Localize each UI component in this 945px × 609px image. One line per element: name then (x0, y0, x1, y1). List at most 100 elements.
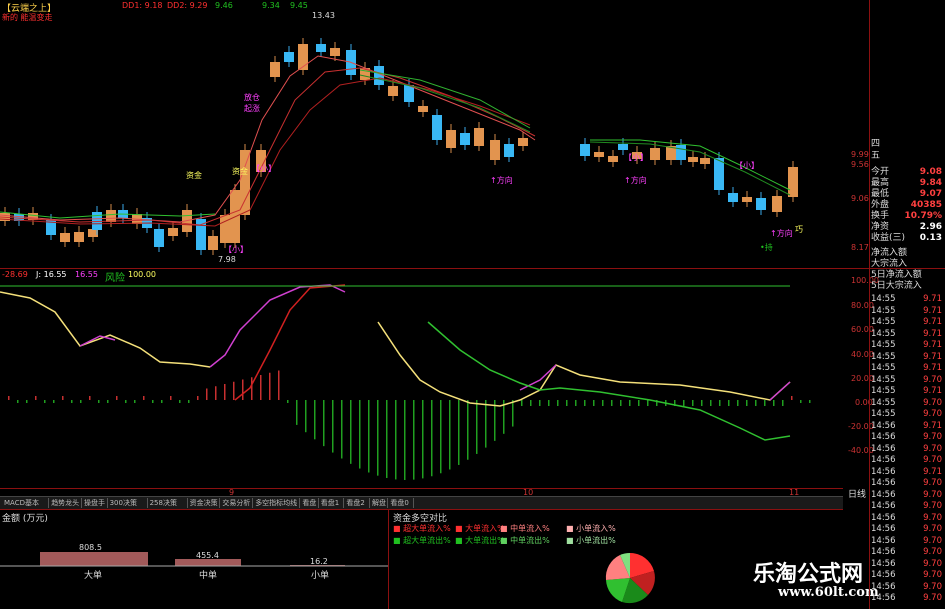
kdj-bar (395, 400, 397, 480)
kdj-bar (62, 396, 64, 400)
zhi-label: •持 (760, 243, 773, 252)
kdj-bar (197, 396, 199, 400)
candle (0, 207, 10, 226)
kdj-bar (728, 400, 730, 406)
candle (270, 56, 280, 82)
kdj-bar (35, 396, 37, 400)
indicator-tab-6[interactable]: 交易分析 (220, 497, 252, 509)
kdj-bar (71, 400, 73, 403)
xiao-label-2: 【小】 (224, 245, 248, 254)
kdj-bar (800, 400, 802, 403)
candlestick-chart[interactable] (0, 0, 843, 268)
kdj-bar (791, 396, 793, 400)
indicator-tab-12[interactable]: 看盘0 (388, 497, 410, 509)
candle (676, 139, 686, 165)
indicator-tab-11[interactable]: 解盘 (370, 497, 388, 509)
kdj-bar (602, 400, 604, 406)
kdj-bar (431, 400, 433, 477)
flow-row: 大宗流入 (871, 259, 908, 269)
candle (284, 46, 294, 67)
stat-row: 净资 2.96 (871, 222, 942, 232)
trade-row: 14:55 9.70 (871, 397, 942, 408)
kdj-bar (530, 400, 532, 406)
kdj-legend-5: 100.00 (128, 270, 156, 279)
candle (220, 209, 230, 248)
kdj-bar (566, 400, 568, 406)
kdj-bar (773, 400, 775, 406)
bottom-divider (0, 509, 843, 510)
flow-legend-1: ■ 超大单流入% (393, 524, 451, 533)
flow-legend-2: ■ 大单流入% (455, 524, 505, 533)
ask-row-5: 五 (871, 151, 881, 161)
candle (788, 161, 798, 202)
dd1-indicator: DD1: 9.18 (122, 1, 163, 10)
candle (474, 122, 484, 151)
trade-row: 14:56 9.70 (871, 570, 942, 580)
kdj-bar (377, 400, 379, 476)
trade-row: 14:55 9.71 (871, 317, 942, 327)
candle (118, 204, 128, 223)
indicator-tab-8[interactable]: 看盘 (300, 497, 318, 509)
candle (168, 222, 178, 241)
ind-3: 9.46 (215, 1, 233, 10)
mid-order-label: 中单 (199, 571, 218, 581)
qizhang-label: 起涨 (244, 104, 260, 113)
candle (594, 146, 604, 162)
stat-row: 收益(三) 0.13 (871, 233, 942, 243)
kdj-bar (512, 400, 514, 427)
main-kdj-divider (0, 268, 945, 269)
kdj-bar (287, 400, 289, 403)
kdj-bar (575, 400, 577, 406)
big-order-label: 大单 (84, 571, 103, 581)
d-line-2 (427, 321, 791, 441)
trade-row: 14:56 9.70 (871, 524, 942, 534)
candle (446, 124, 456, 153)
indicator-tab-5[interactable]: 资金决策 (188, 497, 220, 509)
indicator-tab-9[interactable]: 看盘1 (319, 497, 341, 509)
kdj-bar (8, 396, 10, 400)
trade-row: 14:56 9.70 (871, 547, 942, 557)
kdj-bar (323, 400, 325, 447)
candle (230, 184, 240, 248)
kdj-bar (683, 400, 685, 406)
ask-row-4: 四 (871, 139, 881, 149)
indicator-tab-1[interactable]: 趋势龙头 (49, 497, 81, 509)
trade-row: 14:56 9.71 (871, 466, 942, 477)
indicator-tab-10[interactable]: 看盘2 (344, 497, 366, 509)
kdj-bar (107, 400, 109, 403)
kdj-legend-2: J: 16.55 (36, 270, 67, 279)
kdj-bar (278, 370, 280, 400)
k-line-2 (377, 321, 791, 407)
flow-legend-4: ■ 小单流入% (566, 524, 616, 533)
kdj-legend-1: -28.69 (2, 270, 28, 279)
kdj-bar (233, 381, 235, 400)
kdj-bar (44, 400, 46, 403)
kdj-bar (692, 400, 694, 406)
kdj-bar (17, 400, 19, 403)
trade-row: 14:56 9.70 (871, 489, 942, 500)
trade-row: 14:56 9.70 (871, 593, 942, 603)
trade-row: 14:56 9.70 (871, 501, 942, 511)
low-price-label: 7.98 (218, 255, 236, 264)
kdj-bar (368, 400, 370, 473)
indicator-tab-4[interactable]: 258决策 (148, 497, 179, 509)
kdj-bar (440, 400, 442, 474)
kdj-bar (611, 400, 613, 406)
trade-row: 14:55 9.70 (871, 409, 942, 419)
kdj-bar (620, 400, 622, 406)
trade-row: 14:55 9.71 (871, 294, 942, 304)
indicator-tab-0[interactable]: MACD基本 (2, 497, 41, 509)
trade-row: 14:55 9.71 (871, 351, 942, 362)
kdj-bar (584, 400, 586, 406)
candle (74, 226, 84, 247)
candle (742, 191, 752, 207)
kdj-bar (476, 400, 478, 454)
indicator-tab-7[interactable]: 多空指标均线 (253, 497, 299, 509)
indicator-tab-2[interactable]: 操盘手 (82, 497, 107, 509)
kdj-bar (557, 400, 559, 406)
kdj-chart[interactable] (0, 270, 843, 496)
kdj-bar (719, 400, 721, 406)
quote-panel: 四 五 今开 9.08 最高 9.84 最低 9.07 外盘 40385 换手 10.79% 净资 2… (843, 0, 945, 609)
candle (772, 190, 782, 217)
indicator-tab-3[interactable]: 300决策 (108, 497, 139, 509)
